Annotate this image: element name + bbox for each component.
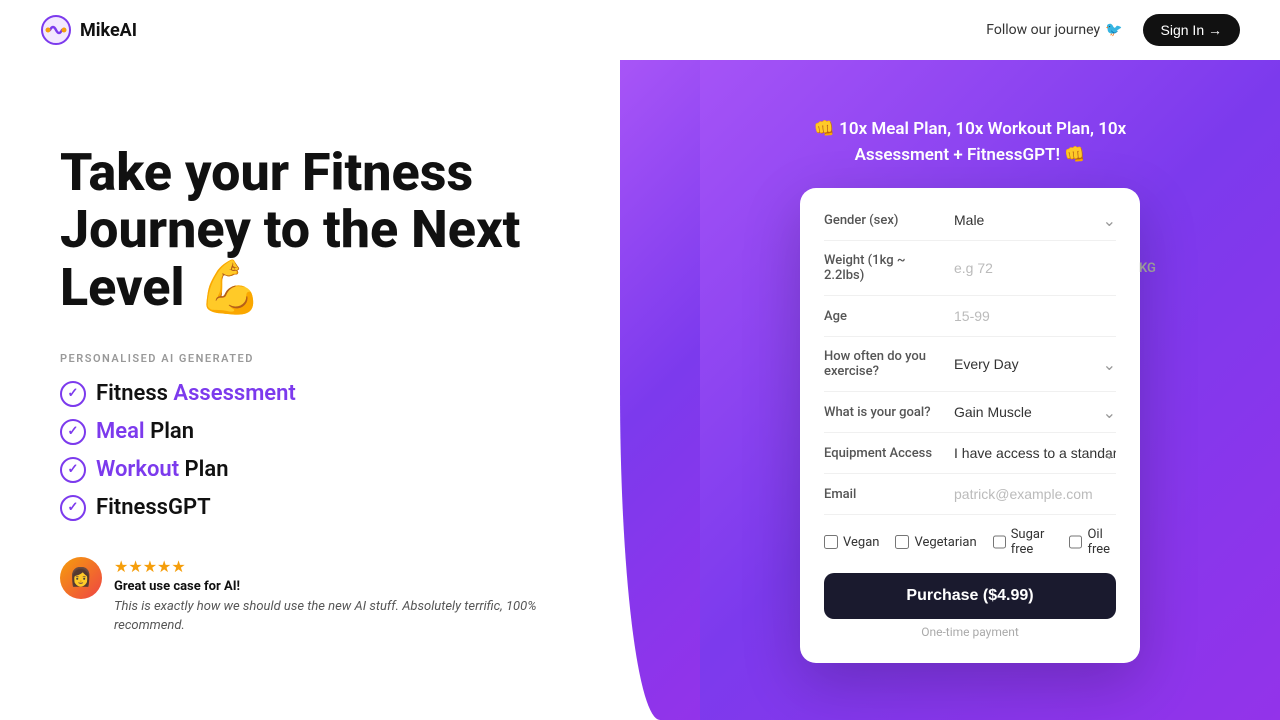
form-card: Gender (sex) Male Female Other Weight (1… xyxy=(800,188,1140,663)
equipment-select-wrapper: I have access to a standard gym Home wor… xyxy=(954,445,1116,461)
avatar: 👩 xyxy=(60,557,102,599)
list-item: ✓ Fitness Assessment xyxy=(60,381,600,407)
testimonial: 👩 ★★★★★ Great use case for AI! This is e… xyxy=(60,557,600,636)
dietary-row: Vegan Vegetarian Sugar free Oil free xyxy=(824,527,1116,557)
main-content: Take your Fitness Journey to the Next Le… xyxy=(0,60,1280,720)
age-row: Age xyxy=(824,308,1116,337)
exercise-select-wrapper: Every Day 3-4x a week 1-2x a week Never xyxy=(954,356,1116,372)
logo: MikeAI xyxy=(40,14,137,46)
weight-unit: KG xyxy=(1139,261,1156,276)
left-panel: Take your Fitness Journey to the Next Le… xyxy=(0,60,660,720)
weight-label: Weight (1kg ~2.2lbs) xyxy=(824,253,954,283)
promo-banner: 👊 10x Meal Plan, 10x Workout Plan, 10xAs… xyxy=(814,117,1126,168)
hero-title: Take your Fitness Journey to the Next Le… xyxy=(60,144,600,316)
feature-workout: Workout Plan xyxy=(96,457,229,482)
goal-row: What is your goal? Gain Muscle Lose Weig… xyxy=(824,404,1116,433)
check-icon: ✓ xyxy=(60,457,86,483)
vegetarian-checkbox[interactable] xyxy=(895,535,909,549)
email-input[interactable] xyxy=(954,486,1135,502)
navbar: MikeAI Follow our journey 🐦 Sign In → xyxy=(0,0,1280,60)
payment-note: One-time payment xyxy=(824,625,1116,639)
exercise-select[interactable]: Every Day 3-4x a week 1-2x a week Never xyxy=(954,356,1116,372)
feature-fitness: Fitness Assessment xyxy=(96,381,296,406)
gender-select[interactable]: Male Female Other xyxy=(954,212,1116,228)
sugarfree-checkbox[interactable] xyxy=(993,535,1006,549)
stars: ★★★★★ xyxy=(114,557,600,576)
signin-button[interactable]: Sign In → xyxy=(1143,14,1240,46)
dietary-oilfree[interactable]: Oil free xyxy=(1069,527,1116,557)
personalised-label: PERSONALISED AI GENERATED xyxy=(60,352,600,365)
purchase-button[interactable]: Purchase ($4.99) xyxy=(824,573,1116,619)
check-icon: ✓ xyxy=(60,419,86,445)
features-list: ✓ Fitness Assessment ✓ Meal Plan ✓ Worko… xyxy=(60,381,600,521)
gender-select-wrapper: Male Female Other xyxy=(954,212,1116,228)
dietary-sugarfree[interactable]: Sugar free xyxy=(993,527,1054,557)
age-input[interactable] xyxy=(954,308,1135,324)
testimonial-name: Great use case for AI! xyxy=(114,579,600,594)
follow-link[interactable]: Follow our journey 🐦 xyxy=(986,22,1122,38)
list-item: ✓ Meal Plan xyxy=(60,419,600,445)
nav-right: Follow our journey 🐦 Sign In → xyxy=(986,14,1240,46)
email-label: Email xyxy=(824,487,954,502)
equipment-row: Equipment Access I have access to a stan… xyxy=(824,445,1116,474)
age-label: Age xyxy=(824,309,954,324)
email-row: Email xyxy=(824,486,1116,515)
feature-meal: Meal Plan xyxy=(96,419,194,444)
gender-label: Gender (sex) xyxy=(824,213,954,228)
oilfree-checkbox[interactable] xyxy=(1069,535,1082,549)
twitter-icon: 🐦 xyxy=(1105,22,1122,38)
weight-row: Weight (1kg ~2.2lbs) KG xyxy=(824,253,1116,296)
goal-select[interactable]: Gain Muscle Lose Weight Stay Fit xyxy=(954,404,1116,420)
equipment-label: Equipment Access xyxy=(824,446,954,461)
check-icon: ✓ xyxy=(60,381,86,407)
dietary-vegetarian[interactable]: Vegetarian xyxy=(895,535,976,550)
testimonial-content: ★★★★★ Great use case for AI! This is exa… xyxy=(114,557,600,636)
check-icon: ✓ xyxy=(60,495,86,521)
testimonial-text: This is exactly how we should use the ne… xyxy=(114,597,600,636)
follow-text: Follow our journey xyxy=(986,22,1100,38)
equipment-select[interactable]: I have access to a standard gym Home wor… xyxy=(954,445,1116,461)
gender-row: Gender (sex) Male Female Other xyxy=(824,212,1116,241)
exercise-row: How often do you exercise? Every Day 3-4… xyxy=(824,349,1116,392)
list-item: ✓ FitnessGPT xyxy=(60,495,600,521)
goal-select-wrapper: Gain Muscle Lose Weight Stay Fit xyxy=(954,404,1116,420)
logo-text: MikeAI xyxy=(80,20,137,41)
right-panel: 👊 10x Meal Plan, 10x Workout Plan, 10xAs… xyxy=(660,60,1280,720)
vegan-checkbox[interactable] xyxy=(824,535,838,549)
list-item: ✓ Workout Plan xyxy=(60,457,600,483)
feature-fitnessgpt: FitnessGPT xyxy=(96,495,211,520)
logo-icon xyxy=(40,14,72,46)
dietary-vegan[interactable]: Vegan xyxy=(824,535,879,550)
goal-label: What is your goal? xyxy=(824,405,954,420)
weight-input[interactable] xyxy=(954,260,1135,276)
exercise-label: How often do you exercise? xyxy=(824,349,954,379)
